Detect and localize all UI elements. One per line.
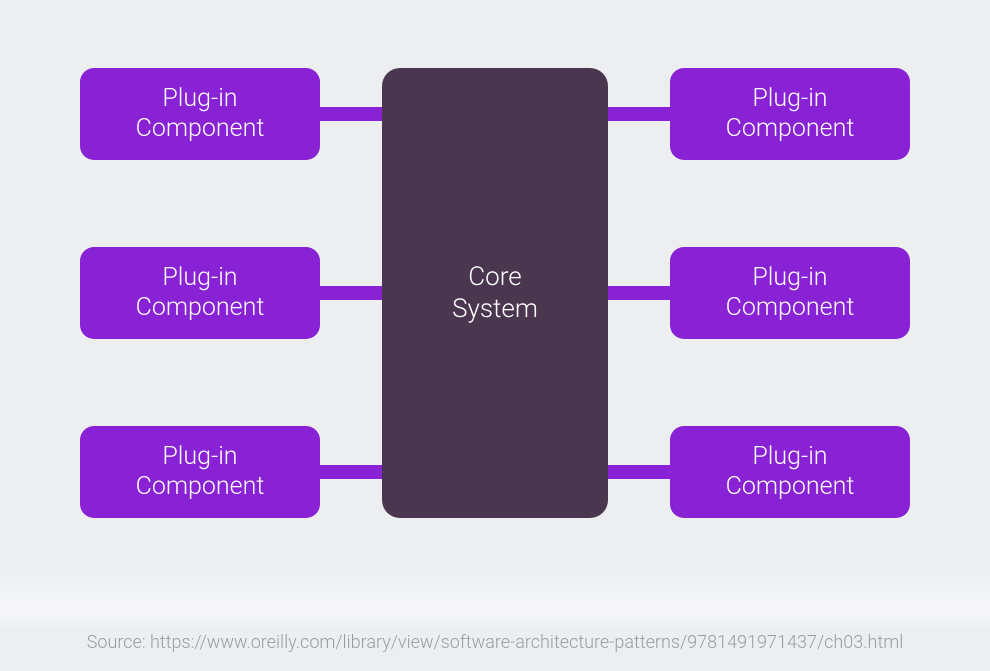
connector-left-2 — [320, 286, 382, 300]
plugin-label: Plug-in Component — [726, 442, 855, 502]
connector-left-1 — [320, 107, 382, 121]
connector-left-3 — [320, 465, 382, 479]
plugin-label: Plug-in Component — [726, 263, 855, 323]
plugin-left-2: Plug-in Component — [80, 247, 320, 339]
connector-right-1 — [608, 107, 670, 121]
plugin-label: Plug-in Component — [136, 84, 265, 144]
source-prefix: Source: — [87, 632, 150, 653]
plugin-right-1: Plug-in Component — [670, 68, 910, 160]
core-system-label: Core System — [452, 261, 538, 326]
connector-right-3 — [608, 465, 670, 479]
plugin-left-1: Plug-in Component — [80, 68, 320, 160]
source-citation: Source: https://www.oreilly.com/library/… — [0, 632, 990, 653]
bottom-fade — [0, 571, 990, 631]
diagram-canvas: Core System Plug-in Component Plug-in Co… — [0, 0, 990, 671]
plugin-label: Plug-in Component — [136, 263, 265, 323]
plugin-label: Plug-in Component — [726, 84, 855, 144]
plugin-left-3: Plug-in Component — [80, 426, 320, 518]
plugin-right-3: Plug-in Component — [670, 426, 910, 518]
connector-right-2 — [608, 286, 670, 300]
plugin-label: Plug-in Component — [136, 442, 265, 502]
plugin-right-2: Plug-in Component — [670, 247, 910, 339]
core-system-box: Core System — [382, 68, 608, 518]
source-url: https://www.oreilly.com/library/view/sof… — [150, 632, 903, 653]
